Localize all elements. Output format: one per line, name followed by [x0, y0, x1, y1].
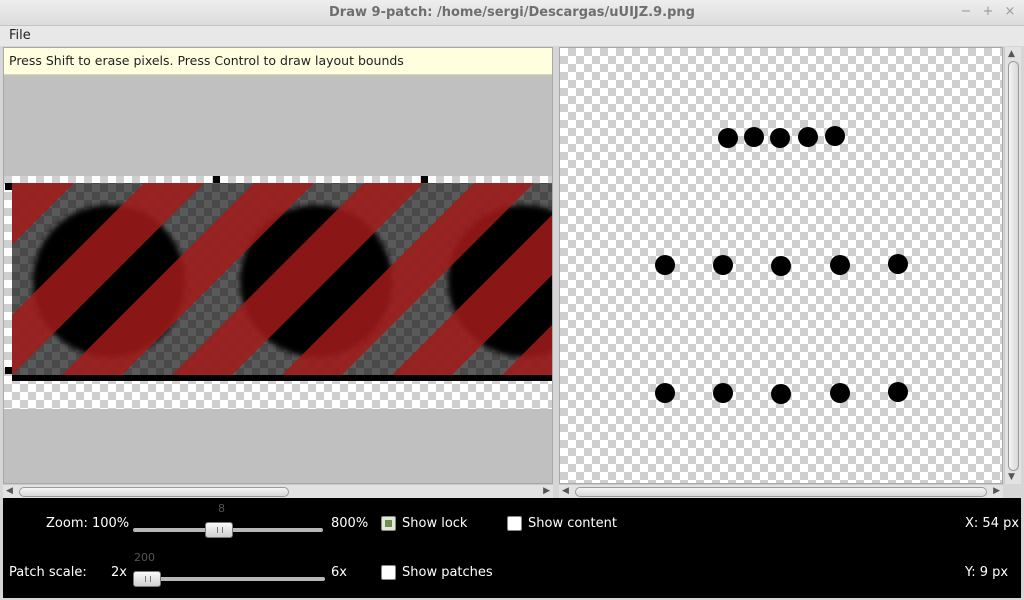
x-coordinate-readout: X: 54 px: [965, 516, 1020, 531]
close-button[interactable]: ×: [1002, 4, 1018, 20]
preview-vertical-scrollbar[interactable]: ▲ ▼: [1004, 47, 1021, 484]
patch-marker-top: [213, 176, 220, 183]
maximize-button[interactable]: +: [980, 4, 996, 20]
patch-scale-slider-track[interactable]: [133, 577, 325, 581]
preview-dot: [888, 254, 908, 274]
show-patches-checkbox[interactable]: [381, 565, 396, 580]
scroll-left-icon[interactable]: ◀: [6, 486, 13, 496]
patch-marker-left: [5, 183, 12, 190]
zoom-max-label: 800%: [331, 516, 369, 531]
window-title: Draw 9-patch: /home/sergi/Descargas/uUIJ…: [329, 5, 695, 20]
preview-dot: [713, 383, 733, 403]
y-coordinate-readout: Y: 9 px: [965, 565, 1009, 580]
preview-horizontal-scrollbar[interactable]: ◀ ▶: [559, 484, 1003, 498]
show-lock-checkbox[interactable]: [381, 516, 396, 531]
preview-dot: [744, 127, 764, 147]
scroll-left-icon[interactable]: ◀: [562, 486, 569, 496]
preview-dot: [718, 128, 738, 148]
nine-patch-canvas[interactable]: [4, 48, 553, 484]
preview-dot: [830, 383, 850, 403]
patch-scale-min-label: 2x: [111, 565, 127, 580]
show-lock-label: Show lock: [402, 516, 468, 531]
menu-bar: File: [0, 26, 1024, 46]
preview-pane: [559, 47, 1003, 484]
scrollbar-thumb[interactable]: [575, 487, 987, 497]
scroll-down-icon[interactable]: ▼: [1008, 472, 1015, 482]
zoom-slider-thumb[interactable]: [204, 522, 233, 538]
zoom-slider-value: 8: [218, 502, 225, 515]
scroll-right-icon[interactable]: ▶: [543, 486, 550, 496]
preview-dot: [771, 256, 791, 276]
preview-dot: [825, 126, 845, 146]
preview-dot: [798, 127, 818, 147]
show-content-label: Show content: [528, 516, 617, 531]
patch-scale-label: Patch scale:: [9, 565, 87, 580]
patch-scale-slider-thumb[interactable]: [133, 571, 161, 587]
zoom-label: Zoom: 100%: [46, 516, 130, 531]
control-panel: Zoom: 100% 8 800% Show lock Show content…: [3, 498, 1021, 598]
minimize-button[interactable]: −: [958, 4, 974, 20]
preview-dot: [830, 255, 850, 275]
patch-marker-top: [421, 176, 428, 183]
editor-horizontal-scrollbar[interactable]: ◀ ▶: [3, 484, 553, 498]
title-bar: Draw 9-patch: /home/sergi/Descargas/uUIJ…: [0, 0, 1024, 26]
preview-dot: [655, 383, 675, 403]
window-controls: − + ×: [958, 4, 1018, 20]
preview-dot: [713, 255, 733, 275]
scroll-up-icon[interactable]: ▲: [1008, 49, 1015, 59]
show-patches-label: Show patches: [402, 565, 493, 580]
scroll-right-icon[interactable]: ▶: [993, 486, 1000, 496]
patch-scale-slider-value: 200: [134, 551, 155, 564]
editor-pane[interactable]: Press Shift to erase pixels. Press Contr…: [3, 47, 553, 484]
patch-scale-max-label: 6x: [331, 565, 347, 580]
scrollbar-thumb[interactable]: [19, 487, 289, 497]
menu-file[interactable]: File: [9, 28, 31, 43]
content-marker-bottom: [12, 375, 552, 381]
preview-dot: [888, 382, 908, 402]
preview-dot: [771, 384, 791, 404]
scrollbar-thumb[interactable]: [1008, 61, 1019, 471]
preview-dot: [770, 128, 790, 148]
patch-marker-left: [5, 367, 12, 374]
show-content-checkbox[interactable]: [507, 516, 522, 531]
preview-dot: [655, 255, 675, 275]
